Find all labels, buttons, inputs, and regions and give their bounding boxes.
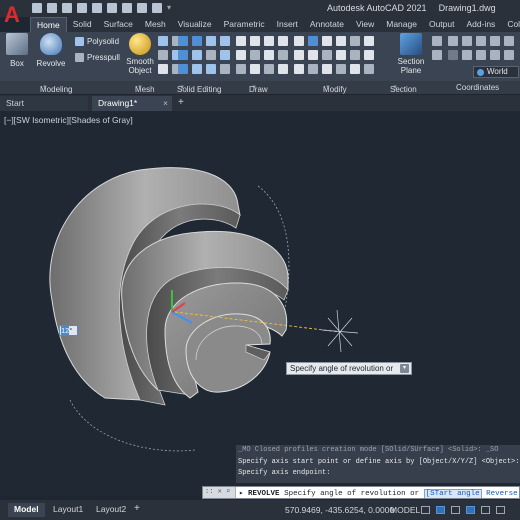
model-space-toggle[interactable]: MODEL [390, 505, 420, 515]
cursor-coordinates[interactable]: 570.9469, -435.6254, 0.0000 [285, 505, 394, 515]
add-layout-button[interactable]: + [134, 503, 140, 514]
command-prompt: ▸ REVOLVE Specify angle of revolution or… [239, 488, 518, 498]
command-history-line: _MO Closed profiles creation mode [SOlid… [238, 446, 499, 454]
snap-icon[interactable] [436, 506, 445, 514]
command-history-line: Specify axis start point or define axis … [238, 457, 520, 466]
search-icon: ⌕ [226, 488, 231, 496]
layout-tab-layout2[interactable]: Layout2 [90, 503, 132, 517]
revolve-preview-arc-bottom [69, 399, 196, 452]
angle-input[interactable]: 12° [59, 325, 78, 336]
app-menu-button[interactable]: A [4, 1, 28, 31]
prompt-arrow-icon: ▸ [239, 490, 244, 498]
options-dropdown-icon[interactable]: ▾ [400, 364, 409, 373]
command-history-line: Specify axis endpoint: [238, 469, 331, 477]
grid-icon[interactable] [421, 506, 430, 514]
crosshair-cursor [321, 309, 359, 353]
viewport-controls[interactable]: [−][SW Isometric][Shades of Gray] [4, 115, 133, 125]
layout-tab-layout1[interactable]: Layout1 [47, 503, 89, 517]
autocad-window: ▾ Autodesk AutoCAD 2021 Drawing1.dwg A Ho… [0, 0, 520, 520]
layout-tab-model[interactable]: Model [8, 503, 45, 517]
prompt-command: REVOLVE [248, 490, 280, 498]
option-reverse[interactable]: Reverse [486, 490, 518, 498]
dynamic-input-tooltip: Specify angle of revolution or ▾ [286, 362, 412, 375]
tooltip-text: Specify angle of revolution or [290, 364, 394, 373]
command-line[interactable]: :: ✕ ⌕ ▸ REVOLVE Specify angle of revolu… [202, 486, 520, 499]
polar-icon[interactable] [466, 506, 475, 514]
ortho-icon[interactable] [451, 506, 460, 514]
option-start-angle[interactable]: [STart angle [423, 489, 482, 498]
command-line-grip[interactable]: :: ✕ ⌕ [203, 487, 236, 498]
command-history: _MO Closed profiles creation mode [SOlid… [236, 445, 520, 483]
model-scene [49, 167, 359, 452]
prompt-text: Specify angle of revolution or [284, 490, 420, 498]
status-toggles [421, 506, 505, 514]
status-bar: Model Layout1 Layout2 + 570.9469, -435.6… [0, 500, 520, 520]
angle-unit: ° [69, 326, 73, 335]
osnap-icon[interactable] [481, 506, 490, 514]
more-icon[interactable] [496, 506, 505, 514]
